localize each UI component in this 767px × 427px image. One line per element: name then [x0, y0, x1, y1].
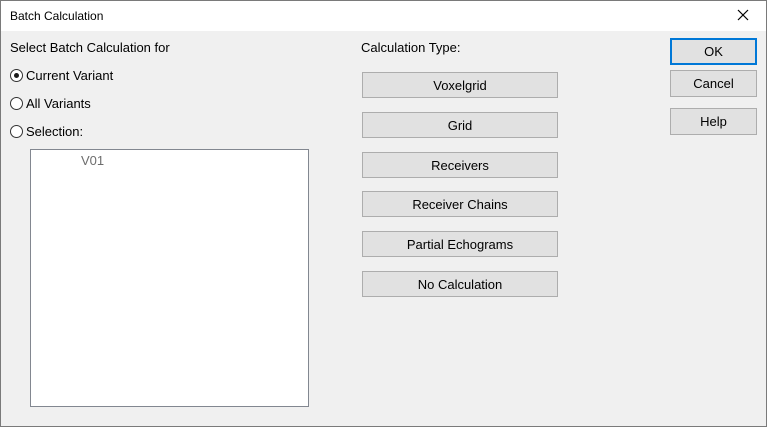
radio-indicator[interactable] — [10, 97, 23, 110]
radio-label: Current Variant — [26, 68, 114, 83]
radio-label: All Variants — [26, 96, 91, 111]
ok-button[interactable]: OK — [670, 38, 757, 65]
radio-indicator[interactable] — [10, 125, 23, 138]
receiver-chains-button[interactable]: Receiver Chains — [362, 191, 558, 217]
close-button[interactable] — [720, 1, 766, 31]
list-item[interactable]: V01 — [81, 153, 104, 168]
title-bar: Batch Calculation — [1, 1, 766, 31]
radio-indicator[interactable] — [10, 69, 23, 82]
cancel-button[interactable]: Cancel — [670, 70, 757, 97]
batch-calculation-dialog: Batch Calculation Select Batch Calculati… — [0, 0, 767, 427]
no-calculation-button[interactable]: No Calculation — [362, 271, 558, 297]
partial-echograms-button[interactable]: Partial Echograms — [362, 231, 558, 257]
receivers-button[interactable]: Receivers — [362, 152, 558, 178]
radio-all-variants[interactable]: All Variants — [10, 96, 91, 111]
window-title: Batch Calculation — [10, 9, 104, 23]
radio-selection[interactable]: Selection: — [10, 124, 83, 139]
voxelgrid-button[interactable]: Voxelgrid — [362, 72, 558, 98]
radio-current-variant[interactable]: Current Variant — [10, 68, 113, 83]
close-icon — [737, 9, 749, 24]
radio-label: Selection: — [26, 124, 84, 139]
help-button[interactable]: Help — [670, 108, 757, 135]
grid-button[interactable]: Grid — [362, 112, 558, 138]
calculation-type-heading: Calculation Type: — [361, 40, 461, 55]
variant-listbox[interactable]: V01 — [30, 149, 309, 407]
select-batch-heading: Select Batch Calculation for — [10, 40, 170, 55]
